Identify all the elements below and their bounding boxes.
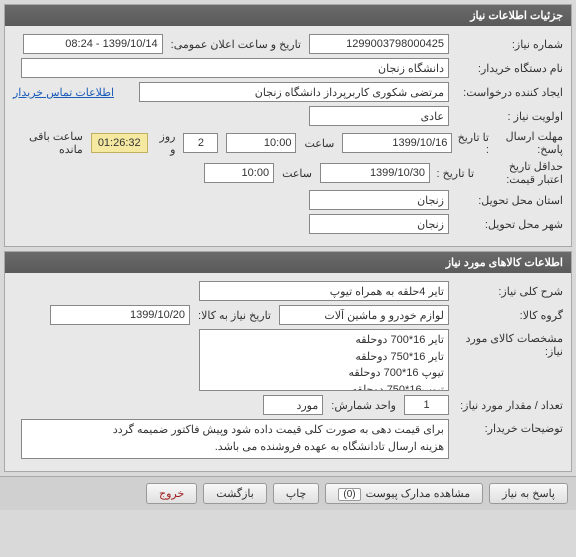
validity-date-input[interactable] [320, 163, 430, 183]
reply-date-input[interactable] [342, 133, 452, 153]
need-by-input[interactable] [50, 305, 190, 325]
to-date-label-1: تا تاریخ : [456, 131, 489, 156]
exit-button[interactable]: خروج [146, 483, 197, 504]
need-info-body: شماره نیاز: تاریخ و ساعت اعلان عمومی: نا… [5, 26, 571, 246]
delivery-province-input[interactable] [309, 190, 449, 210]
priority-input[interactable] [309, 106, 449, 126]
remaining-label: ساعت باقی مانده [13, 130, 87, 156]
unit-label: واحد شمارش: [327, 399, 400, 412]
view-docs-button[interactable]: مشاهده مدارک پیوست (0) [325, 483, 483, 504]
respond-button[interactable]: پاسخ به نیاز [489, 483, 568, 504]
goods-info-panel: اطلاعات کالاهای مورد نیاز شرح کلی نیاز: … [4, 251, 572, 472]
requester-input[interactable] [139, 82, 449, 102]
day-label: روز و [152, 130, 180, 156]
requester-label: ایجاد کننده درخواست: [453, 86, 563, 99]
goods-group-input[interactable] [279, 305, 449, 325]
need-no-label: شماره نیاز: [453, 38, 563, 51]
buyer-org-label: نام دستگاه خریدار: [453, 62, 563, 75]
reply-time-input[interactable] [226, 133, 296, 153]
days-remaining-input [183, 133, 218, 153]
goods-group-label: گروه کالا: [453, 309, 563, 322]
need-info-panel: جزئیات اطلاعات نیاز شماره نیاز: تاریخ و … [4, 4, 572, 247]
need-info-header: جزئیات اطلاعات نیاز [5, 5, 571, 26]
to-date-label-2: تا تاریخ : [434, 167, 474, 180]
print-button[interactable]: چاپ [273, 483, 320, 504]
need-no-input[interactable] [309, 34, 449, 54]
countdown-timer: 01:26:32 [91, 133, 148, 153]
general-desc-input[interactable] [199, 281, 449, 301]
need-by-label: تاریخ نیاز به کالا: [194, 309, 275, 322]
general-desc-label: شرح کلی نیاز: [453, 285, 563, 298]
delivery-province-label: استان محل تحویل: [453, 194, 563, 207]
goods-info-header: اطلاعات کالاهای مورد نیاز [5, 252, 571, 273]
view-docs-label: مشاهده مدارک پیوست [366, 488, 470, 500]
docs-count-badge: (0) [338, 488, 360, 501]
reply-deadline-label: مهلت ارسال پاسخ: [493, 130, 563, 156]
validity-time-label: ساعت [278, 167, 316, 180]
priority-label: اولویت نیاز : [453, 110, 563, 123]
announce-label: تاریخ و ساعت اعلان عمومی: [167, 38, 305, 51]
specs-textarea[interactable] [199, 329, 449, 391]
back-button[interactable]: بازگشت [203, 483, 267, 504]
delivery-city-input[interactable] [309, 214, 449, 234]
qty-input[interactable] [404, 395, 449, 415]
announce-input[interactable] [23, 34, 163, 54]
specs-label: مشخصات کالای مورد نیاز: [453, 329, 563, 358]
button-bar: پاسخ به نیاز مشاهده مدارک پیوست (0) چاپ … [0, 476, 576, 510]
validity-label: حداقل تاریخ اعتبار قیمت: [478, 160, 563, 186]
buyer-contact-link[interactable]: اطلاعات تماس خریدار [13, 86, 114, 99]
delivery-city-label: شهر محل تحویل: [453, 218, 563, 231]
unit-input[interactable] [263, 395, 323, 415]
buyer-org-input[interactable] [21, 58, 449, 78]
validity-time-input[interactable] [204, 163, 274, 183]
qty-label: تعداد / مقدار مورد نیاز: [453, 399, 563, 412]
goods-info-body: شرح کلی نیاز: گروه کالا: تاریخ نیاز به ک… [5, 273, 571, 471]
buyer-notes-label: توضیحات خریدار: [453, 419, 563, 435]
reply-time-label: ساعت [300, 137, 338, 150]
buyer-notes-textarea[interactable] [21, 419, 449, 459]
